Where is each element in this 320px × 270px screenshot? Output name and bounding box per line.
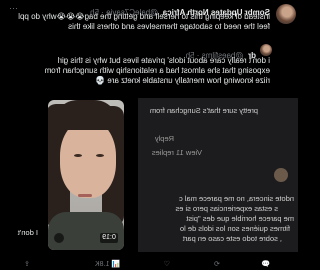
screenshot-line: fitmes quiénes son los idols de lo [179,224,290,233]
thread-screenshot-image[interactable]: pretty sure that's Sungchan from Reply V… [138,98,298,252]
share-icon[interactable]: ⇪ [24,260,30,268]
comment-icon[interactable]: 💬 [261,260,270,268]
eye-shape [74,154,82,157]
shirt-shape [48,212,124,250]
quoted-text: i don't really care about idols' private… [44,56,270,85]
screenshot-line: pretty sure that's Sungchan from [149,106,258,115]
video-thumbnail[interactable]: 0:19 [48,100,124,250]
video-duration: 0:19 [100,233,118,243]
screenshot-line: s estas experiencias pero si es [175,204,278,213]
views-count: 1.8K [94,261,110,268]
eye-shape [96,154,104,157]
screenshot-reply: Reply [154,134,174,143]
tweet-text: instead of keeping this to herself and g… [18,12,270,31]
screenshot-view-replies: View 11 replies [151,148,202,157]
video-caption-fragment: I don't [17,228,38,237]
views-icon[interactable]: 📊 1.8K [95,260,120,268]
author-avatar[interactable] [276,4,296,24]
mirrored-screen: Sombr Updates North Africa @baleC7savie … [0,0,300,270]
hair-shape [54,100,118,130]
more-options-icon[interactable]: ··· [9,3,18,13]
screenshot-line: me parece horrible que des "pist [186,214,294,223]
mouth-shape [78,194,92,197]
tweet-header: Sombr Updates North Africa @baleC7savie … [8,2,270,17]
screenshot-line: , sobre todo este caso en part [182,234,282,243]
quoted-avatar[interactable] [260,44,272,56]
retweet-icon[interactable]: ⟲ [214,260,220,268]
mute-icon[interactable] [54,233,64,243]
screenshot-line: ndote sincera, no me parece mal c [178,194,294,203]
like-icon[interactable]: ♡ [164,260,170,268]
screenshot-commenter-avatar [274,168,288,182]
face-shape [60,120,116,198]
